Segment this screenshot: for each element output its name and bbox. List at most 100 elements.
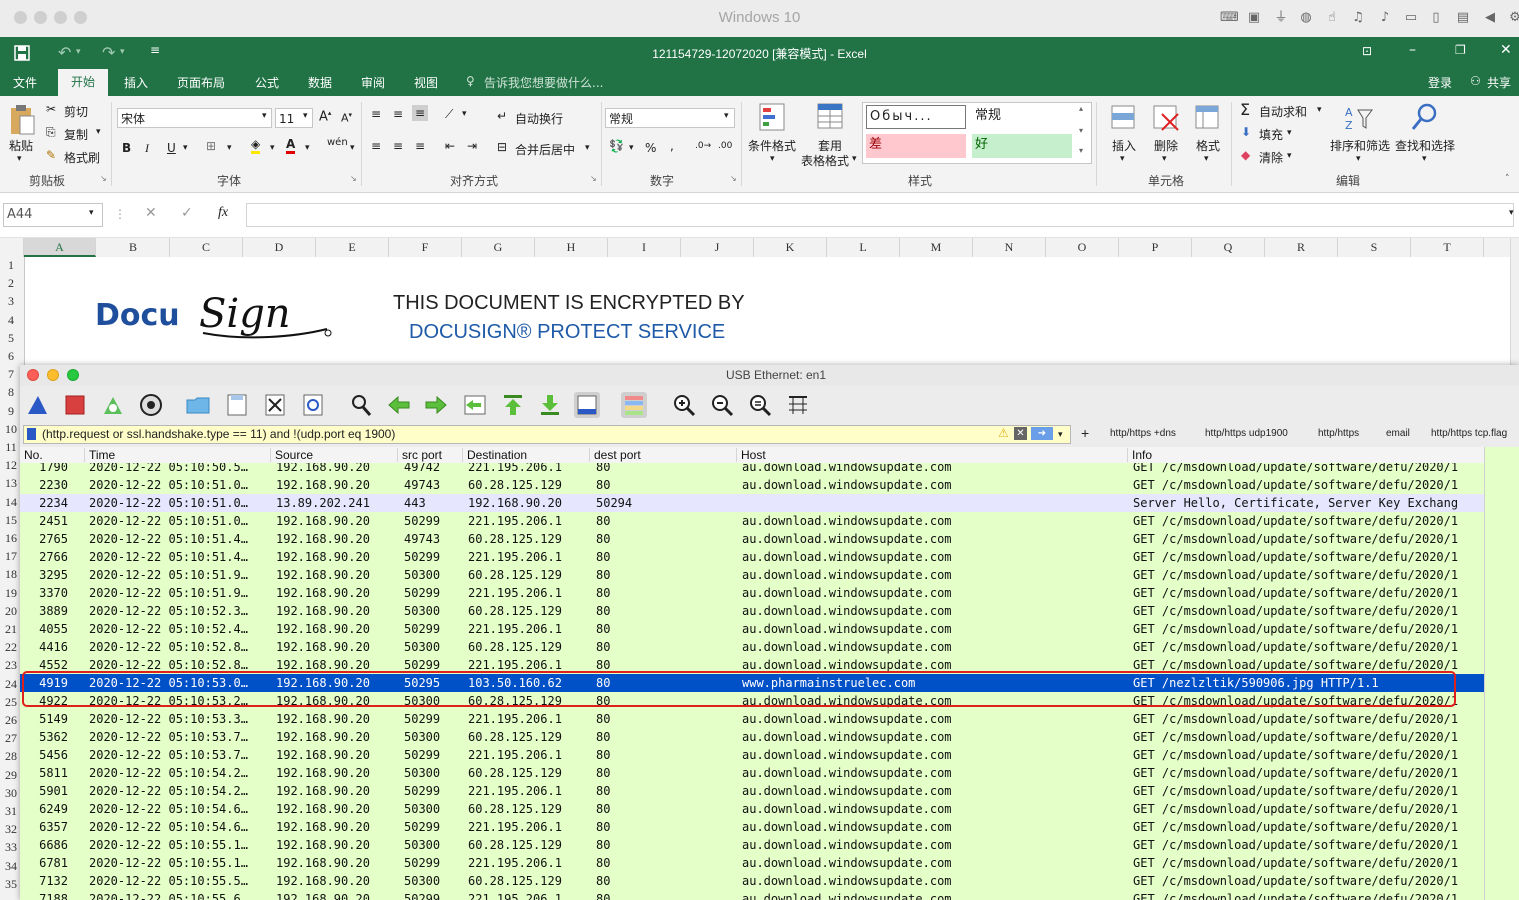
expand-formula-icon[interactable]: ▾ [1509,208,1514,218]
column-header-l[interactable]: L [827,238,900,257]
row-header-30[interactable]: 30 [0,786,22,801]
row-header-21[interactable]: 21 [0,622,22,637]
number-launcher-icon[interactable]: ↘ [730,174,737,183]
filter-button-email[interactable]: email [1386,428,1410,439]
column-divider[interactable] [462,448,463,462]
font-size-dropdown-icon[interactable]: ▾ [303,111,308,121]
row-header-27[interactable]: 27 [0,731,22,746]
touch-icon[interactable]: ☝ [1324,10,1340,26]
filter-history-icon[interactable]: ▾ [1058,426,1063,443]
minimize-icon[interactable]: – [1409,42,1416,58]
format-as-table-line2[interactable]: 表格格式 [801,152,849,169]
currency-dropdown-icon[interactable]: ▾ [629,143,634,153]
column-header-q[interactable]: Q [1192,238,1265,257]
column-header-s[interactable]: S [1338,238,1411,257]
packet-row[interactable]: 3295 2020-12-22 05:10:51.9… 192.168.90.20 5… [20,566,1484,584]
tab-file[interactable]: 文件 [13,74,37,91]
sort-filter-icon[interactable]: AZ [1344,104,1374,132]
column-header-t[interactable]: T [1411,238,1484,257]
row-header-32[interactable]: 32 [0,822,22,837]
row-header-31[interactable]: 31 [0,804,22,819]
column-header-m[interactable]: M [900,238,973,257]
autosum-dropdown-icon[interactable]: ▾ [1317,105,1322,115]
packet-row[interactable]: 2451 2020-12-22 05:10:51.0… 192.168.90.20 5… [20,512,1484,530]
login-link[interactable]: 登录 [1428,74,1452,91]
cut-button[interactable]: 剪切 [64,103,88,120]
decrease-font-icon[interactable]: A▾ [341,111,352,125]
col-header-info[interactable]: Info [1132,448,1152,462]
increase-font-icon[interactable]: A▴ [319,109,331,124]
cut-icon[interactable]: ✂ [46,102,56,116]
underline-dropdown-icon[interactable]: ▾ [183,143,188,153]
close-icon[interactable]: ✕ [1500,42,1512,58]
style-bad[interactable]: 差 [866,134,966,158]
packet-row[interactable]: 7132 2020-12-22 05:10:55.5… 192.168.90.20 5… [20,872,1484,890]
currency-icon[interactable]: 💱 [609,139,624,153]
number-format-dropdown-icon[interactable]: ▾ [724,111,729,121]
keyboard-icon[interactable]: ⌨ [1220,10,1239,26]
go-forward-icon[interactable] [423,392,449,418]
row-header-5[interactable]: 5 [0,331,22,346]
packet-row[interactable]: 5456 2020-12-22 05:10:53.7… 192.168.90.20 5… [20,746,1484,764]
copy-dropdown-icon[interactable]: ▾ [96,127,101,137]
formula-input[interactable] [246,203,1514,227]
col-header-time[interactable]: Time [89,448,115,462]
restart-capture-icon[interactable] [100,392,126,418]
cancel-entry-icon[interactable]: ✕ [145,205,157,221]
find-select-icon[interactable] [1410,102,1440,132]
format-painter-button[interactable]: 格式刷 [64,149,100,166]
folder-icon[interactable]: ▤ [1455,10,1471,26]
first-packet-icon[interactable] [500,392,526,418]
column-divider[interactable] [736,448,737,462]
paste-dropdown-icon[interactable]: ▾ [17,154,22,164]
arrow-left-icon[interactable]: ◀ [1482,10,1498,26]
tab-home[interactable]: 开始 [58,69,109,96]
sort-dropdown-icon[interactable]: ▾ [1356,154,1361,164]
column-header-j[interactable]: J [681,238,754,257]
packet-row[interactable]: 7188 2020-12-22 05:10:55.6… 192.168.90.20 5… [20,890,1484,900]
column-divider[interactable] [84,448,85,462]
display-icon[interactable]: ▯ [1428,10,1444,26]
packet-row[interactable]: 6357 2020-12-22 05:10:54.6… 192.168.90.20 5… [20,818,1484,836]
tab-review[interactable]: 审阅 [361,74,385,91]
fill-dropdown-icon[interactable]: ▾ [1287,128,1292,138]
packet-row[interactable]: 2766 2020-12-22 05:10:51.4… 192.168.90.20 5… [20,548,1484,566]
column-header-b[interactable]: B [97,238,170,257]
orientation-dropdown-icon[interactable]: ▾ [462,109,467,119]
packet-row[interactable]: 2765 2020-12-22 05:10:51.4… 192.168.90.20 4… [20,530,1484,548]
zoom-in-icon[interactable] [671,392,697,418]
row-header-14[interactable]: 14 [0,495,22,510]
paste-button[interactable]: 粘贴 [9,137,33,154]
apply-filter-icon[interactable]: ➜ [1031,427,1053,440]
font-color-dropdown-icon[interactable]: ▾ [305,143,310,153]
wrap-text-button[interactable]: 自动换行 [515,110,563,127]
packet-row[interactable]: 5149 2020-12-22 05:10:53.3… 192.168.90.20 5… [20,710,1484,728]
phonetic-icon[interactable]: wén [327,137,348,148]
align-left-icon[interactable]: ≡ [371,139,381,153]
autosum-button[interactable]: 自动求和 [1259,103,1307,120]
gallery-up-icon[interactable]: ▴ [1079,104,1083,113]
row-header-8[interactable]: 8 [0,385,22,400]
gallery-more-icon[interactable]: ▾ [1079,146,1083,155]
open-file-icon[interactable] [185,392,211,418]
packet-row[interactable]: 5901 2020-12-22 05:10:54.2… 192.168.90.20 5… [20,782,1484,800]
copy-icon[interactable]: ⎘ [46,125,56,140]
reload-file-icon[interactable] [300,392,326,418]
packet-row[interactable]: 6686 2020-12-22 05:10:55.1… 192.168.90.20 5… [20,836,1484,854]
clear-icon[interactable]: ◆ [1241,148,1250,162]
row-header-23[interactable]: 23 [0,658,22,673]
share-button[interactable]: 共享 [1487,74,1511,91]
clipboard-launcher-icon[interactable]: ↘ [100,174,107,183]
clear-dropdown-icon[interactable]: ▾ [1287,151,1292,161]
tab-page-layout[interactable]: 页面布局 [177,74,225,91]
save-file-icon[interactable] [224,392,250,418]
delete-cells-icon[interactable] [1152,104,1180,132]
auto-scroll-icon[interactable] [574,392,600,418]
style-normal[interactable]: 常规 [972,105,1072,129]
packet-row[interactable]: 4055 2020-12-22 05:10:52.4… 192.168.90.20 5… [20,620,1484,638]
find-packet-icon[interactable] [348,392,374,418]
go-to-packet-icon[interactable] [462,392,488,418]
row-header-16[interactable]: 16 [0,531,22,546]
column-header-k[interactable]: K [754,238,827,257]
merge-center-icon[interactable]: ⊟ [497,140,507,154]
